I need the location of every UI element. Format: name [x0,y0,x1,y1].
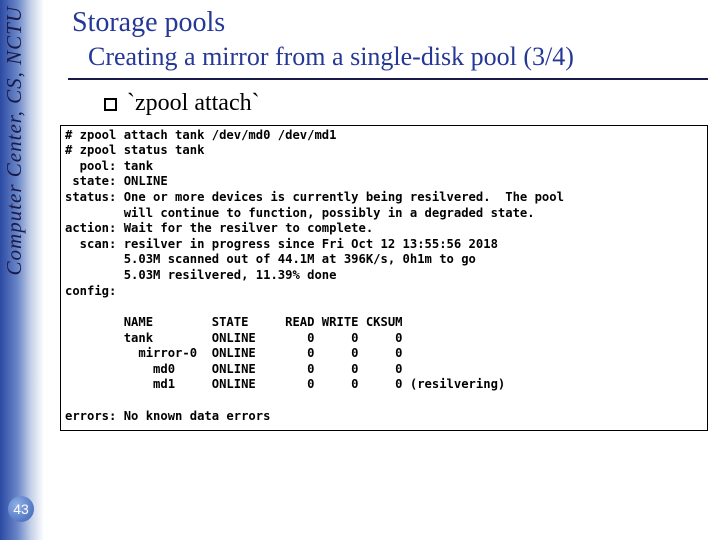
slide-subtitle: Creating a mirror from a single-disk poo… [88,42,710,72]
term-line: status: One or more devices is currently… [65,190,564,204]
term-line: action: Wait for the resilver to complet… [65,221,373,235]
sidebar-org-text: Computer Center, CS, NCTU [2,6,27,275]
term-line: NAME STATE READ WRITE CKSUM [65,315,403,329]
bullet-text: `zpool attach` [127,90,260,116]
title-divider [68,78,708,80]
term-line: pool: tank [65,159,153,173]
term-line: # zpool attach tank /dev/md0 /dev/md1 [65,128,337,142]
term-line: config: [65,284,116,298]
sidebar: Computer Center, CS, NCTU 43 [0,0,44,540]
term-line: errors: No known data errors [65,409,270,423]
term-line: mirror-0 ONLINE 0 0 0 [65,346,403,360]
term-line: state: ONLINE [65,174,168,188]
slide-content: Storage pools Creating a mirror from a s… [60,6,710,431]
term-line: 5.03M scanned out of 44.1M at 396K/s, 0h… [65,252,476,266]
term-line: 5.03M resilvered, 11.39% done [65,268,337,282]
term-line: scan: resilver in progress since Fri Oct… [65,237,498,251]
term-line: # zpool status tank [65,143,204,157]
term-line: tank ONLINE 0 0 0 [65,331,403,345]
term-line: md1 ONLINE 0 0 0 (resilvering) [65,377,505,391]
bullet-square-icon [104,98,117,111]
bullet-item: `zpool attach` [104,90,710,117]
terminal-output: # zpool attach tank /dev/md0 /dev/md1 # … [60,125,708,432]
page-number-badge: 43 [8,496,34,522]
slide-title: Storage pools [72,6,710,40]
term-line: will continue to function, possibly in a… [65,206,535,220]
term-line: md0 ONLINE 0 0 0 [65,362,403,376]
